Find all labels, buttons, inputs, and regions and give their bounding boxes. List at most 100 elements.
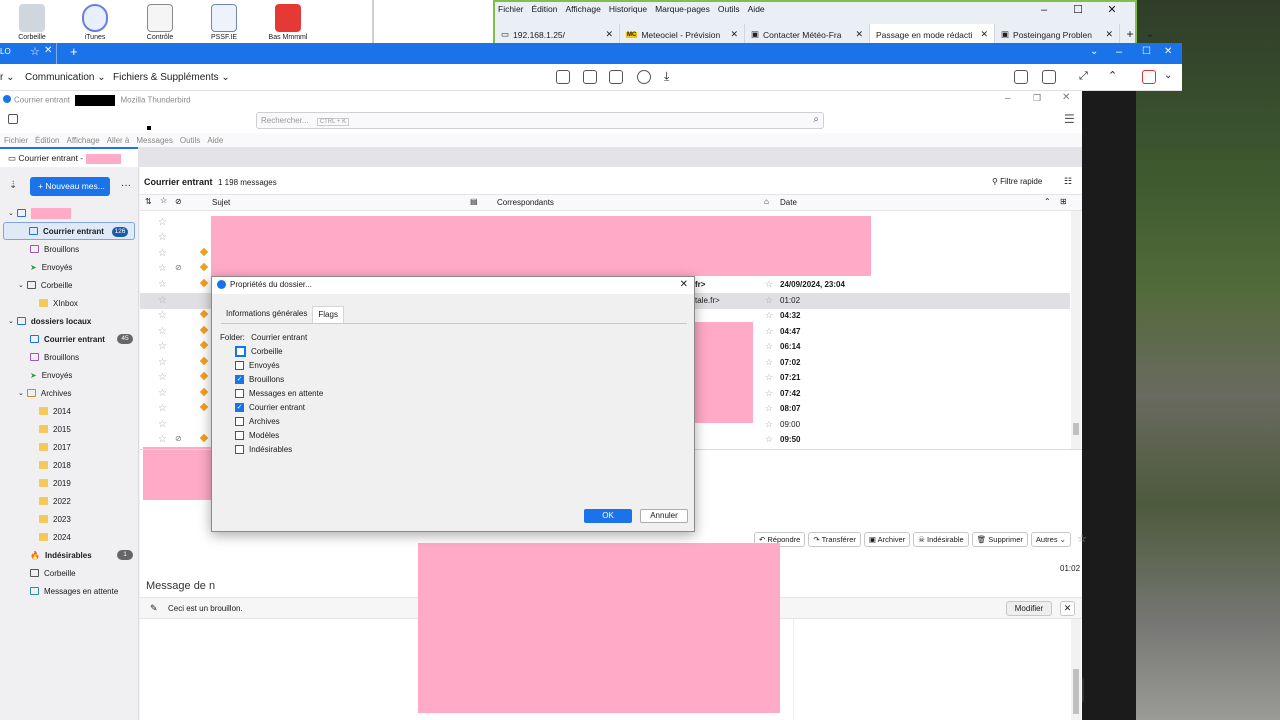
account-row[interactable]: ⌄ [0,204,139,222]
folder-2024[interactable]: 2024 [0,528,139,546]
star-icon[interactable]: ☆ [158,232,167,243]
dialog-close-button[interactable]: ✕ [680,279,688,290]
star-icon[interactable]: ☆ [765,310,773,321]
ff-menu-bookmarks[interactable]: Marque-pages [655,4,710,14]
ff-menu-tools[interactable]: Outils [718,4,740,14]
junk-column-icon[interactable]: ▤ [470,197,478,206]
close-red-icon[interactable] [1142,70,1156,84]
flag-junk-checkbox[interactable]: Indésirables [235,443,292,455]
cancel-button[interactable]: Annuler [640,509,688,523]
archive-button[interactable]: ▣ Archiver [863,532,911,547]
tb-menu-go[interactable]: Aller à [107,136,130,147]
folder-archives[interactable]: ⌄ Archives [0,384,139,402]
tb-menu-help[interactable]: Aide [207,136,223,147]
star-icon[interactable]: ☆ [765,388,773,399]
tb-menu-tools[interactable]: Outils [180,136,200,147]
download-icon[interactable]: ⤓ [664,69,669,84]
list-scrollbar[interactable] [1071,211,1081,449]
ff-tab-router[interactable]: ▭ 192.168.1.25/✕ [495,24,620,45]
camera-icon[interactable] [1042,70,1056,84]
local-folders-row[interactable]: ⌄ dossiers locaux [0,312,139,330]
tab-general-info[interactable]: Informations générales [221,306,312,323]
tb-menu-file[interactable]: Fichier [4,136,28,147]
star-icon[interactable]: ☆ [158,326,167,337]
ff-menu-view[interactable]: Affichage [566,4,601,14]
folder-local-drafts[interactable]: Brouillons [0,348,139,366]
attachment-column-icon[interactable]: ⊘ [175,197,182,206]
star-icon[interactable]: ☆ [765,372,773,383]
screen-icon[interactable] [1014,70,1028,84]
ff-menu-history[interactable]: Historique [609,4,647,14]
star-icon[interactable]: ☆ [158,217,167,228]
flag-templates-checkbox[interactable]: Modèles [235,429,279,441]
star-column-icon[interactable]: ☆ [160,196,167,205]
app-menu-icon[interactable]: ☰ [1064,112,1075,126]
checkbox[interactable] [235,416,244,426]
new-tab-button[interactable]: + [70,44,78,59]
folder-drafts[interactable]: Brouillons [0,240,139,258]
layout-toggle-icon[interactable] [8,114,18,124]
checkbox[interactable] [235,444,244,454]
star-icon[interactable]: ☆ [1074,532,1087,547]
close-icon[interactable]: ✕ [980,29,988,40]
folder-2017[interactable]: 2017 [0,438,139,456]
scrollbar-thumb[interactable] [1073,669,1079,714]
thread-column-icon[interactable]: ⇅ [145,197,152,206]
share-icon[interactable] [609,70,623,84]
star-icon[interactable]: ☆ [765,403,773,414]
folder-xinbox[interactable]: XInbox [0,294,139,312]
sort-chevron-icon[interactable]: ⌃ [1044,197,1051,206]
desktop-icon-recycle-bin[interactable]: Corbeille [10,4,54,41]
maximize-icon[interactable]: ☐ [1142,46,1151,57]
close-icon[interactable]: ✕ [605,29,613,40]
folder-junk[interactable]: 🔥 Indésirables 1 [0,546,139,564]
checkbox[interactable] [235,360,244,370]
star-icon[interactable]: ☆ [765,279,773,290]
star-icon[interactable]: ☆ [158,419,167,430]
folder-2019[interactable]: 2019 [0,474,139,492]
menu-communication[interactable]: Communication ⌄ [25,72,106,83]
folder-2022[interactable]: 2022 [0,492,139,510]
star-icon[interactable]: ☆ [158,341,167,352]
flag-archives-checkbox[interactable]: Archives [235,415,280,427]
date-column-icon[interactable]: ⌂ [764,197,769,206]
ff-tab-active[interactable]: Passage en mode rédacti ✕ [870,24,995,45]
more-button[interactable]: Autres ⌄ [1030,532,1071,547]
column-picker-icon[interactable]: ⊞ [1060,197,1067,206]
folder-sent[interactable]: ➤ Envoyés [0,258,139,276]
column-correspondents[interactable]: Correspondants [497,198,554,207]
star-icon[interactable]: ☆ [765,419,773,430]
chevron-down-icon[interactable]: ⌄ [1090,46,1098,57]
close-icon[interactable]: ✕ [730,29,738,40]
refresh-icon[interactable] [637,70,651,84]
tab-inbox[interactable]: ▭ Courrier entrant - [0,147,138,167]
checkbox[interactable] [235,345,246,357]
desktop-icon-document[interactable]: PSSF.IE [202,4,246,41]
chart-icon[interactable] [556,70,570,84]
folder-2015[interactable]: 2015 [0,420,139,438]
close-icon[interactable]: ✕ [1060,601,1075,616]
close-icon[interactable]: ✕ [1164,46,1172,57]
tb-menu-view[interactable]: Affichage [66,136,99,147]
bookmark-star-icon[interactable]: ☆ [30,45,40,58]
quick-filter-button[interactable]: ⚲ Filtre rapide [992,177,1042,186]
star-icon[interactable]: ☆ [158,310,167,321]
flag-trash-checkbox[interactable]: Corbeille [235,345,283,357]
ff-menu-help[interactable]: Aide [748,4,765,14]
junk-button[interactable]: ☠ Indésirable [913,532,969,547]
ff-tab-posteingang[interactable]: ▣ Posteingang Problen ✕ [995,24,1120,45]
folder-2014[interactable]: 2014 [0,402,139,420]
column-date[interactable]: Date [780,198,797,207]
folder-local-sent[interactable]: ➤ Envoyés [0,366,139,384]
new-message-button[interactable]: + Nouveau mes... [30,177,110,196]
tb-close-button[interactable]: ✕ [1062,92,1070,103]
desktop-icon-file[interactable]: Contrôle [138,4,182,41]
body-scrollbar[interactable] [1071,619,1081,720]
checkbox-checked[interactable]: ✓ [235,402,244,412]
card-icon[interactable] [583,70,597,84]
ff-tab-contact[interactable]: ▣ Contacter Météo-Fra ✕ [745,24,870,45]
modify-button[interactable]: Modifier [1006,601,1052,616]
search-icon[interactable]: ⌕ [813,114,819,125]
folder-trash[interactable]: ⌄ Corbeille [0,276,139,294]
delete-button[interactable]: 🗑 Supprimer [971,532,1028,547]
